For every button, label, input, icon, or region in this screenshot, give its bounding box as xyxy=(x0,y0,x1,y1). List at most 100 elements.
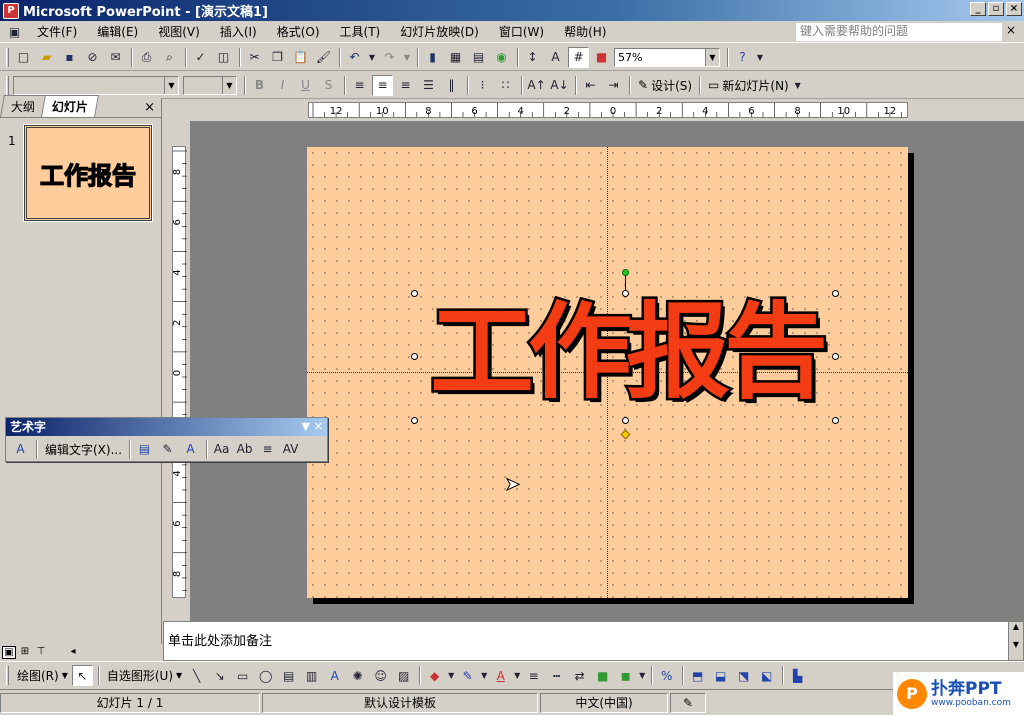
print-preview-icon[interactable]: ⌕ xyxy=(159,47,180,68)
minimize-button[interactable]: _ xyxy=(970,2,986,16)
new-icon[interactable]: □ xyxy=(13,47,34,68)
wordart-toolbar-controls[interactable]: ▼ ✕ xyxy=(301,418,323,436)
help-search-input[interactable]: 键入需要帮助的问题 xyxy=(796,23,1002,41)
align-center-icon[interactable]: ≡ xyxy=(372,74,393,96)
bold-icon[interactable]: B xyxy=(249,75,270,96)
font-dropdown-icon[interactable]: ▼ xyxy=(164,76,178,94)
paste-icon[interactable]: 📋 xyxy=(290,47,311,68)
distributed-icon[interactable]: ‖ xyxy=(441,75,462,96)
select-objects-icon[interactable]: ↖ xyxy=(71,665,93,686)
numbering-icon[interactable]: ⁝ xyxy=(472,75,493,96)
menu-view[interactable]: 视图(V) xyxy=(148,23,210,40)
justify-icon[interactable]: ☰ xyxy=(418,75,439,96)
font-size-select[interactable]: ▼ xyxy=(183,75,237,95)
powerpoint-app-icon[interactable]: P xyxy=(3,2,19,19)
slideshow-view-icon[interactable]: ⊤ xyxy=(34,646,48,659)
align-left-icon[interactable]: ≡ xyxy=(349,75,370,96)
copy-icon[interactable]: ❐ xyxy=(267,47,288,68)
close-button[interactable]: × xyxy=(1006,2,1022,16)
restore-button[interactable]: ▫ xyxy=(988,2,1004,16)
menu-format[interactable]: 格式(O) xyxy=(267,23,330,40)
resize-handle-n[interactable] xyxy=(622,290,629,297)
menu-window[interactable]: 窗口(W) xyxy=(489,23,554,40)
insert-table-icon[interactable]: ▦ xyxy=(445,47,466,68)
rotate-icon[interactable]: % xyxy=(656,665,677,686)
wordart-object[interactable]: 工作报告 xyxy=(415,282,837,422)
slide-thumbnail[interactable]: 工作报告 xyxy=(24,125,152,221)
format-painter-icon[interactable]: 🖌 xyxy=(313,47,334,68)
decrease-indent-icon[interactable]: ⇤ xyxy=(580,75,601,96)
increase-font-icon[interactable]: A↑ xyxy=(526,75,547,96)
fill-color-dropdown-icon[interactable]: ▼ xyxy=(447,665,455,686)
design-button[interactable]: ✎ 设计(S) xyxy=(634,77,696,94)
line-color-icon[interactable]: ✎ xyxy=(457,665,478,686)
wordart-toolbar-title[interactable]: 艺术字 ▼ ✕ xyxy=(6,418,327,436)
normal-view-icon[interactable]: ▣ xyxy=(2,645,16,659)
drawing-toolbar-options-icon[interactable]: ▼ xyxy=(638,665,646,686)
status-spelling-icon[interactable]: ✎ xyxy=(670,692,706,713)
status-design-template[interactable]: 默认设计模板 xyxy=(262,692,538,713)
redo-icon[interactable]: ↷ xyxy=(379,47,400,68)
wordart-vertical-text-icon[interactable]: Ab xyxy=(234,439,255,460)
undo-icon[interactable]: ↶ xyxy=(344,47,365,68)
resize-handle-e[interactable] xyxy=(832,353,839,360)
scroll-left-icon[interactable]: ◂ xyxy=(66,646,80,659)
email-icon[interactable]: ✉ xyxy=(105,47,126,68)
3d-style-icon[interactable]: ◼ xyxy=(615,665,636,686)
line-color-dropdown-icon[interactable]: ▼ xyxy=(480,665,488,686)
shadow-icon[interactable]: S xyxy=(318,75,339,96)
spelling-icon[interactable]: ✓ xyxy=(190,47,211,68)
wordart-shape-icon[interactable]: A xyxy=(180,439,201,460)
oval-icon[interactable]: ◯ xyxy=(255,665,276,686)
font-size-dropdown-icon[interactable]: ▼ xyxy=(222,76,236,94)
send-back-icon[interactable]: ⬕ xyxy=(756,665,777,686)
dash-style-icon[interactable]: ┅ xyxy=(546,665,567,686)
show-formatting-icon[interactable]: A xyxy=(545,47,566,68)
font-select[interactable]: ▼ xyxy=(13,75,179,95)
notes-pane[interactable]: 单击此处添加备注 xyxy=(163,621,1024,661)
send-backward-icon[interactable]: ⬓ xyxy=(710,665,731,686)
fill-color-icon[interactable]: ◆ xyxy=(424,665,445,686)
toolbar-options-icon-2[interactable]: ▼ xyxy=(793,75,803,96)
increase-indent-icon[interactable]: ⇥ xyxy=(603,75,624,96)
line-style-icon[interactable]: ≡ xyxy=(523,665,544,686)
resize-handle-w[interactable] xyxy=(411,353,418,360)
new-slide-button[interactable]: ▭ 新幻灯片(N) xyxy=(704,77,793,94)
undo-dropdown-icon[interactable]: ▼ xyxy=(367,47,377,68)
textbox-icon[interactable]: ▤ xyxy=(278,665,299,686)
help-icon[interactable]: ? xyxy=(732,47,753,68)
tables-borders-icon[interactable]: ▤ xyxy=(468,47,489,68)
draw-menu-button[interactable]: 绘图(R) ▼ xyxy=(13,667,72,684)
tab-slides[interactable]: 幻灯片 xyxy=(41,95,99,117)
research-icon[interactable]: ◫ xyxy=(213,47,234,68)
underline-icon[interactable]: U xyxy=(295,75,316,96)
pane-close-icon[interactable]: × xyxy=(144,100,155,115)
menu-slideshow[interactable]: 幻灯片放映(D) xyxy=(390,23,489,40)
resize-handle-nw[interactable] xyxy=(411,290,418,297)
wordart-char-spacing-icon[interactable]: AV xyxy=(280,439,301,460)
menu-insert[interactable]: 插入(I) xyxy=(210,23,267,40)
insert-chart-icon[interactable]: ▮ xyxy=(422,47,443,68)
zoom-select[interactable]: 57% ▼ xyxy=(614,47,720,67)
line-icon[interactable]: ╲ xyxy=(186,665,207,686)
rotation-handle[interactable] xyxy=(622,269,629,276)
insert-wordart-drawing-icon[interactable]: A xyxy=(324,665,345,686)
redo-dropdown-icon[interactable]: ▼ xyxy=(402,47,412,68)
vertical-textbox-icon[interactable]: ▥ xyxy=(301,665,322,686)
italic-icon[interactable]: I xyxy=(272,75,293,96)
resize-handle-se[interactable] xyxy=(832,417,839,424)
zoom-dropdown-icon[interactable]: ▼ xyxy=(705,48,719,66)
insert-hyperlink-icon[interactable]: ◉ xyxy=(491,47,512,68)
bring-forward-icon[interactable]: ⬒ xyxy=(687,665,708,686)
arrow-icon[interactable]: ↘ xyxy=(209,665,230,686)
edit-text-button[interactable]: 编辑文字(X)... xyxy=(41,441,126,458)
wordart-same-height-icon[interactable]: Aa xyxy=(211,439,232,460)
bullets-icon[interactable]: ∷ xyxy=(495,75,516,96)
menu-file[interactable]: 文件(F) xyxy=(27,23,87,40)
expand-all-icon[interactable]: ↕ xyxy=(522,47,543,68)
permission-icon[interactable]: ⊘ xyxy=(82,47,103,68)
cut-icon[interactable]: ✂ xyxy=(244,47,265,68)
tab-outline[interactable]: 大纲 xyxy=(0,95,46,117)
insert-wordart-icon[interactable]: A xyxy=(10,439,31,460)
font-color-dropdown-icon[interactable]: ▼ xyxy=(513,665,521,686)
